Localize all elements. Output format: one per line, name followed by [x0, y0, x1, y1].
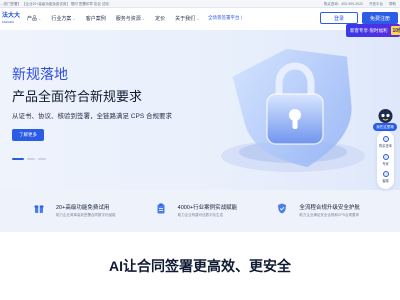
logo-subtext: FADADA	[2, 20, 15, 24]
carousel-dots	[12, 158, 46, 160]
nav-item-cases[interactable]: 客户案例	[86, 15, 106, 22]
nav-item-resources[interactable]: 服务与资源	[116, 15, 145, 22]
hero-subtitle: 产品全面符合新规要求	[12, 89, 143, 104]
nav-item-pricing[interactable]: 定价	[155, 15, 165, 22]
section-title: AI让合同签署更高效、更安全	[109, 258, 291, 274]
logo[interactable]: 法大大 FADADA	[2, 13, 22, 26]
feature-title: 全流程合规升级安全护航	[299, 204, 360, 211]
feature-card[interactable]: 20+高级功能免费试用 助力企业简单高效签署合同数字化赋能	[20, 190, 142, 230]
feature-title: 4000+行业案例实战赋能	[177, 204, 238, 211]
carousel-dot[interactable]	[12, 158, 24, 160]
chat-icon	[382, 171, 389, 177]
nav-item-about[interactable]: 关于我们	[175, 15, 199, 22]
phone-icon	[382, 136, 389, 142]
announcement-text[interactable]: …统门签署】 【企业20+高级功能免费试用】 限时 签署印章 协议 试用	[0, 2, 109, 7]
logo-mark: 法大大	[2, 13, 21, 19]
promo-text: 新客专享·限时福利	[350, 27, 388, 33]
mascot-icon[interactable]	[377, 107, 394, 124]
phone-contact: 购买咨询：400-999-2022	[323, 1, 363, 6]
top-link-open-platform[interactable]: 开放平台	[369, 2, 383, 7]
widget-panel: 购买咨询 专家 客服	[377, 131, 394, 189]
shield-icon	[278, 203, 287, 214]
carousel-dot[interactable]	[38, 158, 46, 160]
platform-link[interactable]: 全场景签署平台 ⟩	[208, 15, 243, 21]
hero-title: 新规落地	[12, 66, 68, 82]
widget-item-service[interactable]: 客服	[377, 171, 394, 183]
feature-card[interactable]: 全流程合规升级安全护航 助力企业满足安全合规和CPS合规要求	[263, 190, 385, 230]
nav-item-industry[interactable]: 行业方案	[51, 15, 75, 22]
promo-highlight: 10倍会员	[390, 26, 400, 35]
carousel-dot[interactable]	[27, 158, 35, 160]
free-trial-button[interactable]: 免费注册	[362, 12, 398, 24]
feature-title: 20+高级功能免费试用	[56, 204, 110, 211]
widget-label[interactable]: 我在这里哦	[373, 123, 397, 131]
widget-item-expert[interactable]: 专家	[377, 154, 394, 166]
widget-item-label: 专家	[382, 162, 389, 166]
clipboard-icon	[157, 203, 165, 214]
feature-description: 助力企业满足安全合规和CPS合规要求	[299, 212, 360, 217]
floating-help-widget: 我在这里哦 购买咨询 专家 客服	[373, 95, 397, 192]
hero-banner: 新规落地 产品全面符合新规要求 从证书、协议、核验到签署，全链路满足 CPS 合…	[0, 30, 400, 190]
top-links: 购买咨询：400-999-2022 开放平台 帮助	[324, 2, 396, 7]
expert-icon	[382, 154, 389, 160]
nav-item-products[interactable]: 产品	[27, 15, 41, 22]
nav-menu: 产品 行业方案 客户案例 服务与资源 定价 关于我们	[27, 15, 200, 22]
feature-strip: 20+高级功能免费试用 助力企业简单高效签署合同数字化赋能 4000+行业案例实…	[20, 190, 385, 230]
learn-more-button[interactable]: 了解更多	[12, 129, 44, 141]
widget-item-consult[interactable]: 购买咨询	[377, 136, 394, 148]
widget-item-label: 购买咨询	[379, 144, 392, 148]
widget-item-label: 客服	[382, 179, 389, 183]
security-lock-illustration	[221, 48, 365, 172]
promo-banner[interactable]: 新客专享·限时福利 10倍会员	[346, 24, 400, 37]
login-button[interactable]: 登录	[320, 12, 358, 24]
gift-icon	[34, 205, 44, 213]
feature-description: 助力企业简单高效签署合同数字化赋能	[56, 212, 116, 217]
feature-description: 助力企业构建可信数字化生态	[177, 212, 224, 217]
content-section: AI让合同签署更高效、更安全	[0, 232, 400, 300]
hero-description: 从证书、协议、核验到签署，全链路满足 CPS 合规要求	[12, 113, 172, 120]
top-link-help[interactable]: 帮助	[389, 2, 396, 7]
top-announcement-bar: …统门签署】 【企业20+高级功能免费试用】 限时 签署印章 协议 试用 购买咨…	[0, 0, 400, 8]
main-nav: 法大大 FADADA 产品 行业方案 客户案例 服务与资源 定价 关于我们 全场…	[0, 8, 400, 30]
feature-card[interactable]: 4000+行业案例实战赋能 助力企业构建可信数字化生态	[142, 190, 264, 230]
